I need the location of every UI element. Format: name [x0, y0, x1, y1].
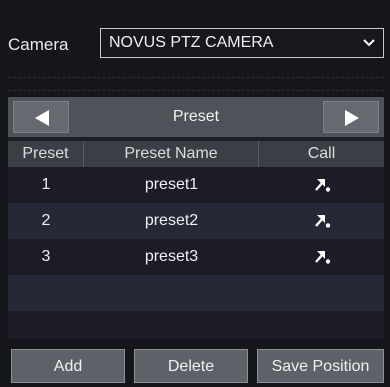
table-row-empty: [8, 311, 384, 339]
camera-select-value: NOVUS PTZ CAMERA: [109, 34, 274, 51]
save-position-button[interactable]: Save Position: [257, 349, 384, 383]
camera-select[interactable]: NOVUS PTZ CAMERA: [100, 28, 384, 58]
action-bar: Add Delete Save Position: [0, 339, 390, 387]
preset-number: 2: [41, 212, 51, 229]
table-row[interactable]: 3 preset3: [8, 239, 384, 275]
next-button[interactable]: [323, 101, 379, 133]
divider: [8, 90, 384, 91]
preset-name: preset1: [144, 176, 199, 193]
preset-name: preset3: [144, 248, 199, 265]
ptz-preset-panel: Camera NOVUS PTZ CAMERA Preset Preset Pr…: [0, 0, 390, 387]
call-preset-button[interactable]: [259, 167, 384, 203]
call-preset-arrow-icon: [315, 251, 331, 264]
column-header-preset: Preset: [8, 141, 84, 167]
camera-label: Camera: [8, 35, 69, 54]
preset-name: preset2: [144, 212, 199, 229]
table-row-empty: [8, 275, 384, 311]
delete-button[interactable]: Delete: [134, 349, 248, 383]
call-preset-button[interactable]: [259, 203, 384, 239]
column-header-call: Call: [259, 141, 384, 167]
preset-number: 3: [41, 248, 51, 265]
triangle-right-icon: [345, 110, 359, 126]
call-preset-arrow-icon: [315, 215, 331, 228]
table-row[interactable]: 2 preset2: [8, 203, 384, 239]
preset-header: Preset: [8, 97, 384, 137]
preset-number: 1: [41, 176, 51, 193]
triangle-left-icon: [35, 110, 49, 126]
chevron-down-icon: [363, 39, 375, 47]
preset-title: Preset: [172, 108, 220, 125]
divider: [8, 77, 384, 78]
previous-button[interactable]: [13, 101, 69, 133]
call-preset-arrow-icon: [315, 179, 331, 192]
add-button[interactable]: Add: [11, 349, 125, 383]
call-preset-button[interactable]: [259, 239, 384, 275]
camera-row: Camera NOVUS PTZ CAMERA: [0, 18, 390, 70]
preset-table: Preset Preset Preset Name Call 1 preset1: [8, 97, 384, 339]
table-row[interactable]: 1 preset1: [8, 167, 384, 203]
column-header-preset-name: Preset Name: [84, 141, 259, 167]
